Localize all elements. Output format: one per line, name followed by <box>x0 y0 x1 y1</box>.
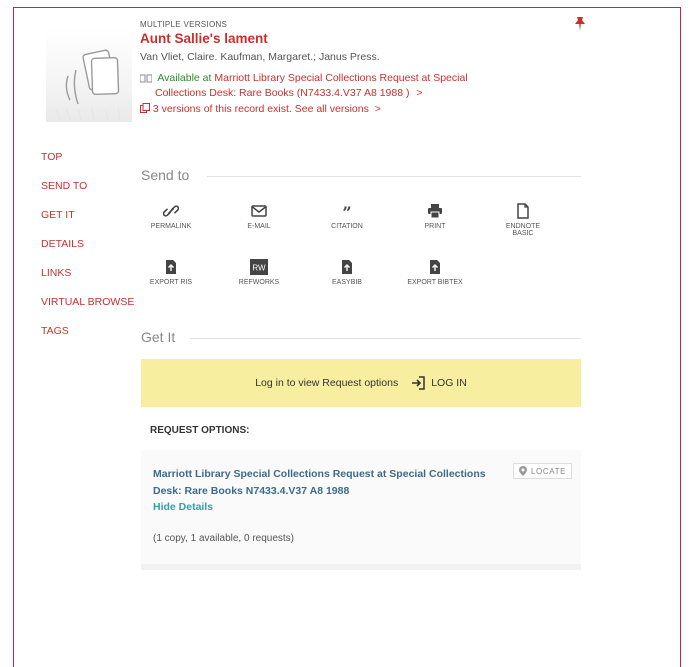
side-nav: TOP SEND TO GET IT DETAILS LINKS VIRTUAL… <box>41 150 134 353</box>
login-label: LOG IN <box>431 377 467 389</box>
request-location-line-1[interactable]: Marriott Library Special Collections Req… <box>153 466 513 483</box>
multiple-versions-label: MULTIPLE VERSIONS <box>140 20 228 29</box>
divider <box>190 338 581 339</box>
email-label: E-MAIL <box>247 223 271 230</box>
copies-summary: (1 copy, 1 available, 0 requests) <box>153 533 295 544</box>
citation-label: CITATION <box>331 223 363 230</box>
email-button[interactable]: E-MAIL <box>229 203 289 230</box>
login-banner: Log in to view Request options LOG IN <box>141 359 581 407</box>
easybib-label: EASYBIB <box>332 279 362 286</box>
locate-label: LOCATE <box>531 466 567 476</box>
export-bibtex-button[interactable]: EXPORT BIBTEX <box>405 259 465 286</box>
availability-icon <box>139 72 157 84</box>
nav-item-virtual-browse[interactable]: VIRTUAL BROWSE <box>41 295 134 324</box>
record-title[interactable]: Aunt Sallie's lament <box>140 31 580 46</box>
availability-text: Available at <box>157 72 212 84</box>
versions-link[interactable]: 3 versions of this record exist. See all… <box>140 103 580 115</box>
svg-text:”: ” <box>342 203 351 219</box>
get-it-heading: Get It <box>141 329 176 345</box>
chevron-right-icon[interactable]: > <box>375 103 381 115</box>
send-to-heading: Send to <box>141 167 190 183</box>
refworks-icon: RW <box>250 259 268 275</box>
nav-item-tags[interactable]: TAGS <box>41 324 134 353</box>
nav-item-links[interactable]: LINKS <box>41 266 134 295</box>
print-button[interactable]: PRINT <box>405 203 465 230</box>
citation-button[interactable]: ” CITATION <box>317 203 377 230</box>
nav-item-top[interactable]: TOP <box>41 150 134 179</box>
availability-location[interactable]: Marriott Library Special Collections Req… <box>214 72 467 84</box>
link-icon <box>163 205 179 217</box>
record-thumbnail <box>46 28 132 122</box>
map-marker-icon <box>519 466 527 476</box>
multiple-versions-icon <box>55 49 121 121</box>
hide-details-link[interactable]: Hide Details <box>153 501 213 513</box>
export-bibtex-label: EXPORT BIBTEX <box>407 279 463 286</box>
refworks-button[interactable]: RW REFWORKS <box>229 259 289 286</box>
print-label: PRINT <box>424 223 446 230</box>
login-button[interactable]: LOG IN <box>410 375 467 391</box>
versions-icon <box>140 103 153 115</box>
export-ris-button[interactable]: EXPORT RIS <box>141 259 201 286</box>
export-ris-label: EXPORT RIS <box>149 279 193 286</box>
export-file-icon <box>430 260 440 274</box>
availability-location-2[interactable]: Collections Desk: Rare Books (N7433.4.V3… <box>155 87 409 99</box>
permalink-button[interactable]: PERMALINK <box>141 203 201 230</box>
endnote-basic-button[interactable]: ENDNOTE BASIC <box>493 203 553 237</box>
versions-text[interactable]: 3 versions of this record exist. See all… <box>153 103 369 115</box>
endnote-label-2: BASIC <box>512 230 534 237</box>
svg-text:RW: RW <box>252 264 266 273</box>
document-icon <box>517 203 529 219</box>
permalink-label: PERMALINK <box>150 223 192 230</box>
easybib-icon <box>342 260 352 274</box>
easybib-button[interactable]: EASYBIB <box>317 259 377 286</box>
nav-item-get-it[interactable]: GET IT <box>41 208 134 237</box>
login-prompt: Log in to view Request options <box>255 377 399 389</box>
locate-button[interactable]: LOCATE <box>513 463 573 479</box>
divider <box>207 176 581 177</box>
quote-icon: ” <box>342 203 351 219</box>
endnote-label: ENDNOTE <box>505 223 541 230</box>
nav-item-details[interactable]: DETAILS <box>41 237 134 266</box>
request-options-heading: REQUEST OPTIONS: <box>150 425 250 436</box>
envelope-icon <box>251 205 267 217</box>
record-authors: Van Vliet, Claire. Kaufman, Margaret.; J… <box>140 51 380 63</box>
nav-item-send-to[interactable]: SEND TO <box>41 179 134 208</box>
printer-icon <box>428 204 442 219</box>
request-location-link[interactable]: Marriott Library Special Collections Req… <box>153 466 513 500</box>
sign-in-icon <box>412 376 425 390</box>
record-summary: MULTIPLE VERSIONS Aunt Sallie's lament V… <box>139 20 580 115</box>
request-option-card: Marriott Library Special Collections Req… <box>141 450 581 570</box>
availability-status[interactable]: Available at Marriott Library Special Co… <box>139 71 580 101</box>
export-file-icon <box>166 260 176 274</box>
request-location-line-2[interactable]: Desk: Rare Books N7433.4.V37 A8 1988 <box>153 483 513 500</box>
chevron-right-icon[interactable]: > <box>416 87 422 99</box>
record-panel: MULTIPLE VERSIONS Aunt Sallie's lament V… <box>13 7 681 667</box>
refworks-label: REFWORKS <box>238 279 280 286</box>
